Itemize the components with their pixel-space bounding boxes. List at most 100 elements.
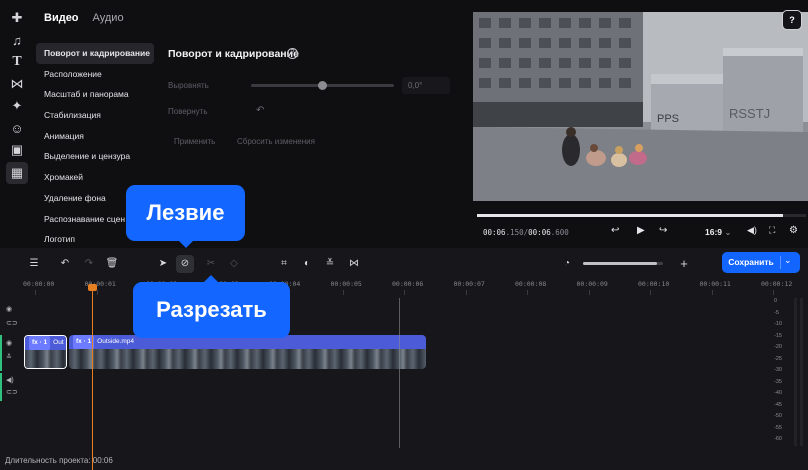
ruler-tick-label: 00:00:11 [699, 280, 731, 288]
timeline-zoom-level [583, 262, 657, 265]
rotate-icon[interactable]: ↶ [256, 105, 264, 116]
audio-track: ◀) ⊂⊃ [0, 373, 770, 403]
aspect-ratio-select[interactable]: 16:9 ⌄ [705, 227, 732, 238]
select-tool-icon[interactable]: ➤ [156, 257, 170, 271]
color-icon[interactable]: ◐ [300, 257, 314, 271]
fullscreen-icon[interactable]: ⛶ [769, 225, 775, 236]
tab-video[interactable]: Видео [44, 12, 79, 24]
ruler-tick-label: 00:00:10 [638, 280, 670, 288]
aspect-ratio-value: 16:9 [705, 227, 723, 237]
timeline-toolbar: ☰ ↶ ↷ 🗑 ➤ ⊘ ✂ ◇ ⌗ ◐ ≚ ⋈ ◔ − + Сохранить … [0, 248, 808, 278]
razor-tooltip: Лезвие [126, 185, 245, 248]
ruler-tick-label: 00:00:05 [330, 280, 362, 288]
cut-icon[interactable]: ✂ [204, 257, 218, 271]
playhead[interactable] [88, 284, 97, 470]
playhead-handle[interactable] [88, 284, 97, 291]
clip-thumbnails [25, 350, 66, 368]
adjust-icon[interactable]: ≚ [6, 353, 12, 361]
straighten-slider-knob[interactable] [318, 81, 327, 90]
straighten-slider[interactable] [251, 81, 394, 90]
razor-icon[interactable]: ⊘ [178, 257, 192, 271]
link-icon[interactable]: ⊂⊃ [6, 319, 18, 327]
text-icon[interactable]: T [8, 53, 26, 71]
step-forward-icon[interactable]: ↪ [659, 225, 667, 236]
straighten-value[interactable]: 0,0° [402, 77, 450, 94]
volume-icon[interactable]: ◀) [747, 225, 757, 236]
menu-item-position[interactable]: Расположение [36, 64, 154, 85]
transitions-icon[interactable]: ⋈ [8, 75, 26, 93]
svg-text:PPS: PPS [657, 113, 679, 125]
menu-item-zoom-pan[interactable]: Масштаб и панорама [36, 84, 154, 105]
video-track: ◉ ≚ fx · 1 Out fx · 1 Outside.mp4 [0, 335, 770, 373]
save-button[interactable]: Сохранить ⌄ [722, 252, 800, 273]
video-clip-main[interactable]: fx · 1 Outside.mp4 [69, 335, 426, 369]
timeline-zoom-slider[interactable] [583, 262, 663, 265]
save-button-label: Сохранить [728, 257, 774, 267]
rotate-label: Повернуть [168, 107, 208, 116]
scrubber-progress [477, 214, 783, 217]
music-icon[interactable]: ♫ [8, 31, 26, 49]
marker-icon[interactable]: ◇ [227, 257, 241, 271]
save-button-divider [780, 256, 781, 269]
track-header: ◉ ⊂⊃ [0, 301, 20, 335]
delete-icon[interactable]: 🗑 [105, 257, 119, 271]
step-back-icon[interactable]: ↩ [611, 225, 619, 236]
ruler-tick [588, 290, 590, 295]
menu-item-highlight-censor[interactable]: Выделение и цензура [36, 146, 154, 167]
preview-scrubber[interactable] [477, 214, 806, 217]
video-clip-first[interactable]: fx · 1 Out [24, 335, 67, 369]
add-track-icon[interactable]: ☰ [27, 257, 41, 271]
ruler-tick-label: 00:00:12 [761, 280, 793, 288]
crop-icon[interactable]: ⌗ [277, 257, 291, 271]
meter-scale-label: -5 [774, 309, 779, 316]
ruler-tick [404, 290, 405, 295]
meter-scale-label: -30 [774, 367, 782, 373]
plus-icon[interactable]: ✚ [8, 9, 26, 27]
elements-icon[interactable]: ▣ [8, 141, 26, 159]
time-total: 00:06 [528, 228, 551, 237]
redo-icon[interactable]: ↷ [82, 257, 96, 271]
visibility-icon[interactable]: ◉ [6, 339, 12, 347]
tab-audio[interactable]: Аудио [93, 12, 124, 24]
smiley-icon[interactable]: ☺ [8, 119, 26, 137]
ruler-tick-label: 00:00:00 [23, 280, 55, 288]
timeline-ruler[interactable]: 00:00:0000:00:0100:00:0200:00:0300:00:04… [0, 278, 808, 298]
meter-channel-left [794, 298, 797, 446]
meter-scale-label: -50 [774, 413, 782, 419]
visibility-icon[interactable]: ◉ [6, 305, 12, 313]
tools-icon[interactable]: ▦ [6, 162, 28, 184]
video-frame: PPS RSSTJ [473, 12, 808, 201]
preview-panel: PPS RSSTJ ? 00:06.150/00:06.600 ↩ ▶ ↪ 16… [471, 0, 808, 248]
ruler-tick [35, 290, 36, 295]
play-icon[interactable]: ▶ [637, 225, 645, 236]
reset-button[interactable]: Сбросить изменения [237, 137, 315, 146]
menu-item-animation[interactable]: Анимация [36, 126, 154, 147]
tool-rail: ✚ ♫ T ⋈ ✦ ☺ ▣ ▦ [0, 0, 34, 248]
volume-icon[interactable]: ◀) [6, 376, 14, 384]
svg-text:RSSTJ: RSSTJ [729, 106, 770, 121]
menu-item-rotate-crop[interactable]: Поворот и кадрирование [36, 43, 154, 64]
meter-scale-label: -60 [774, 436, 782, 442]
hint-button[interactable]: ? [782, 10, 802, 30]
apply-button[interactable]: Применить [174, 137, 215, 146]
playback-controls: 00:06.150/00:06.600 ↩ ▶ ↪ 16:9 ⌄ ◀) ⛶ ⚙ [471, 222, 808, 242]
stickers-icon[interactable]: ✦ [8, 97, 26, 115]
time-current-ms: .150 [505, 228, 524, 237]
help-icon[interactable]: ? [287, 48, 298, 59]
preview-settings-icon[interactable]: ⚙ [789, 225, 798, 236]
menu-item-stabilization[interactable]: Стабилизация [36, 105, 154, 126]
zoom-in-icon[interactable]: + [677, 257, 691, 271]
adjust-icon[interactable]: ≚ [323, 257, 337, 271]
undo-icon[interactable]: ↶ [58, 257, 72, 271]
meter-scale-label: -45 [774, 401, 782, 408]
audio-level-meter: 0 -5 -10 -15 -20 -25 -30 -35 -40 -45 -50 -55 -60 [770, 298, 808, 448]
ruler-tick-label: 00:00:08 [515, 280, 547, 288]
snap-icon[interactable]: ◔ [560, 257, 574, 271]
chevron-down-icon[interactable]: ⌄ [784, 255, 792, 266]
meter-scale-label: -40 [774, 390, 782, 396]
transition-icon[interactable]: ⋈ [347, 257, 361, 271]
overlay-track: ◉ ⊂⊃ [0, 301, 770, 335]
clip-name: Outside.mp4 [97, 338, 135, 345]
link-icon[interactable]: ⊂⊃ [6, 388, 18, 396]
fx-badge: fx · 1 [29, 336, 51, 350]
